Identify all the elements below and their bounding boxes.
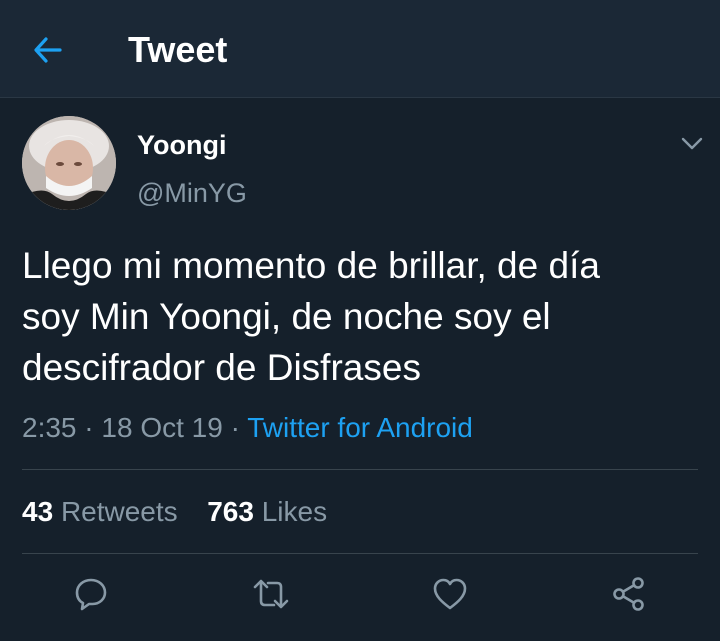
tweet-source-link[interactable]: Twitter for Android (247, 412, 473, 443)
divider (22, 469, 698, 470)
meta-separator: · (84, 412, 94, 443)
meta-separator: · (230, 412, 240, 443)
retweet-icon (253, 579, 289, 609)
share-button[interactable] (605, 570, 653, 618)
avatar[interactable] (22, 116, 116, 210)
page-title: Tweet (128, 29, 228, 70)
share-icon (613, 577, 644, 611)
chevron-down-icon (681, 137, 703, 150)
likes-label: Likes (261, 496, 328, 527)
reply-button[interactable] (67, 570, 115, 618)
back-button[interactable] (26, 28, 70, 72)
tweet-text: Llego mi momento de brillar, de día soy … (22, 240, 702, 393)
tweet-time: 2:35 (22, 412, 77, 443)
author-handle[interactable]: @MinYG (137, 176, 247, 210)
tweet-date: 18 Oct 19 (101, 412, 223, 443)
retweets-count: 43 (22, 496, 54, 527)
retweets-stat[interactable]: 43 Retweets (22, 496, 178, 527)
more-options-button[interactable] (676, 130, 708, 158)
retweet-button[interactable] (247, 570, 295, 618)
tweet-text-line: descifrador de Disfrases (22, 347, 421, 388)
tweet-meta: 2:35 · 18 Oct 19 · Twitter for Android (22, 410, 473, 446)
profile-avatar-photo (22, 116, 116, 210)
tweet-text-line: soy Min Yoongi, de noche soy el (22, 296, 551, 337)
divider (22, 553, 698, 554)
likes-stat[interactable]: 763 Likes (207, 496, 327, 527)
retweets-label: Retweets (60, 496, 178, 527)
author-name[interactable]: Yoongi (137, 128, 226, 162)
reply-icon (75, 578, 107, 611)
tweet-text-line: Llego mi momento de brillar, de día (22, 245, 600, 286)
heart-icon (433, 578, 467, 610)
likes-count: 763 (207, 496, 254, 527)
arrow-left-icon (34, 37, 62, 63)
engagement-stats: 43 Retweets 763 Likes (22, 494, 327, 530)
top-app-bar: Tweet (0, 0, 720, 98)
like-button[interactable] (426, 570, 474, 618)
